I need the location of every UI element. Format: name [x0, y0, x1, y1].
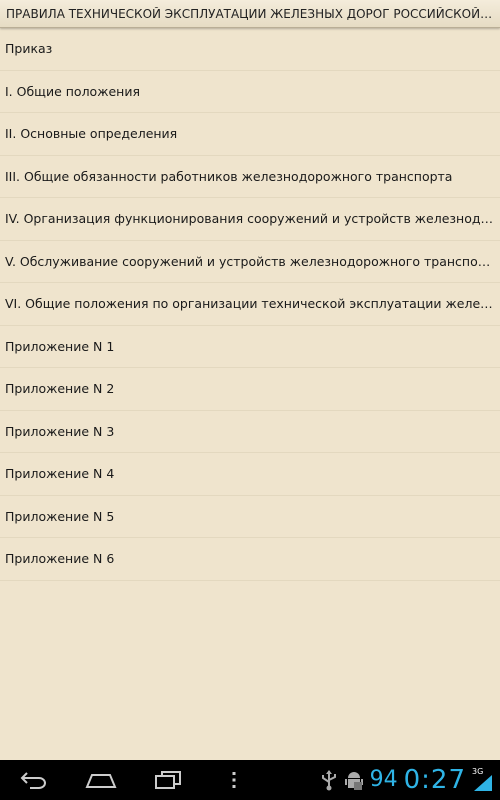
list-item-appendix-5[interactable]: Приложение N 5 [0, 496, 500, 538]
recent-apps-icon [155, 771, 181, 789]
list-item-appendix-1[interactable]: Приложение N 1 [0, 326, 500, 368]
list-item-label: III. Общие обязанности работников железн… [5, 168, 453, 184]
recent-apps-button[interactable] [152, 768, 184, 792]
list-item-label: VI. Общие положения по организации техни… [5, 296, 495, 312]
title-bar: ПРАВИЛА ТЕХНИЧЕСКОЙ ЭКСПЛУАТАЦИИ ЖЕЛЕЗНЫ… [0, 0, 500, 28]
list-item-label: Приложение N 3 [5, 423, 115, 439]
signal-indicator: 3G [472, 767, 494, 793]
contents-list: Приказ I. Общие положения II. Основные о… [0, 28, 500, 581]
list-item-label: Приложение N 2 [5, 381, 115, 397]
list-item-section-2[interactable]: II. Основные определения [0, 113, 500, 156]
home-button[interactable] [84, 768, 118, 792]
battery-level: 94 [369, 767, 398, 792]
list-item-section-4[interactable]: IV. Организация функционирования сооруже… [0, 198, 500, 241]
list-item-section-1[interactable]: I. Общие положения [0, 71, 500, 113]
list-item-section-5[interactable]: V. Обслуживание сооружений и устройств ж… [0, 241, 500, 283]
clock: 0:27 [403, 765, 466, 795]
list-item-label: IV. Организация функционирования сооруже… [5, 211, 495, 227]
usb-icon [321, 770, 336, 791]
list-item-label: Приложение N 4 [5, 466, 115, 482]
list-item-appendix-4[interactable]: Приложение N 4 [0, 453, 500, 496]
list-item-appendix-2[interactable]: Приложение N 2 [0, 368, 500, 411]
list-item-section-6[interactable]: VI. Общие положения по организации техни… [0, 283, 500, 326]
back-icon [20, 772, 46, 789]
list-item-label: V. Обслуживание сооружений и устройств ж… [5, 253, 495, 269]
list-item-section-3[interactable]: III. Общие обязанности работников железн… [0, 156, 500, 198]
home-icon [85, 774, 117, 788]
back-button[interactable] [18, 768, 50, 792]
app-window: ПРАВИЛА ТЕХНИЧЕСКОЙ ЭКСПЛУАТАЦИИ ЖЕЛЕЗНЫ… [0, 0, 500, 800]
network-type-label: 3G [472, 767, 484, 776]
list-item-label: Приложение N 5 [5, 508, 115, 524]
list-item-label: Приказ [5, 41, 53, 57]
page-title: ПРАВИЛА ТЕХНИЧЕСКОЙ ЭКСПЛУАТАЦИИ ЖЕЛЕЗНЫ… [6, 6, 494, 21]
android-debug-icon [344, 772, 363, 790]
system-navigation-bar: 94 0:27 3G [0, 760, 500, 800]
list-item-order[interactable]: Приказ [0, 28, 500, 71]
list-item-appendix-3[interactable]: Приложение N 3 [0, 411, 500, 453]
list-item-label: Приложение N 1 [5, 338, 115, 354]
list-item-label: II. Основные определения [5, 126, 178, 142]
overflow-menu-button[interactable] [228, 768, 240, 792]
list-item-label: I. Общие положения [5, 83, 140, 99]
list-item-appendix-6[interactable]: Приложение N 6 [0, 538, 500, 581]
menu-icon [232, 772, 236, 788]
list-item-label: Приложение N 6 [5, 551, 115, 567]
status-area: 94 0:27 3G [320, 760, 494, 800]
